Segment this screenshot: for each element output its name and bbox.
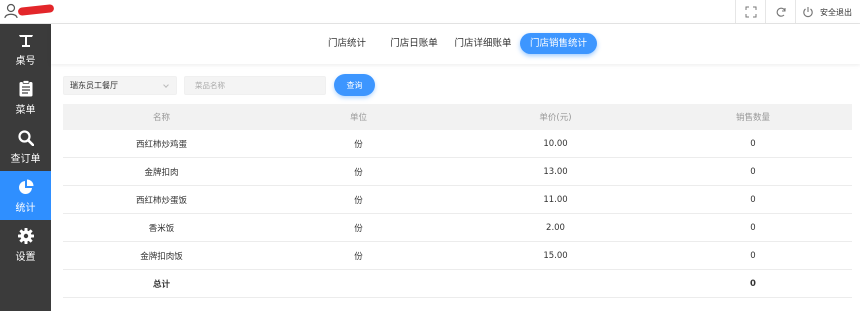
table-row: 金牌扣肉 份 13.00 0 bbox=[63, 158, 852, 186]
sidebar-item-search-orders[interactable]: 查订单 bbox=[0, 122, 51, 171]
total-quantity: 0 bbox=[750, 278, 756, 289]
sidebar-item-statistics[interactable]: 统计 bbox=[0, 171, 51, 220]
table-icon bbox=[18, 31, 34, 49]
cell-unit: 份 bbox=[354, 167, 363, 178]
cell-unit: 份 bbox=[354, 195, 363, 206]
cell-quantity: 0 bbox=[750, 138, 756, 149]
cell-price: 13.00 bbox=[543, 166, 568, 177]
sidebar-item-label: 查订单 bbox=[10, 153, 41, 165]
table-row: 西红柿炒蛋饭 份 11.00 0 bbox=[63, 186, 852, 214]
cell-empty bbox=[457, 270, 654, 297]
fullscreen-icon bbox=[745, 6, 756, 18]
fullscreen-button[interactable] bbox=[735, 0, 765, 24]
sidebar-item-label: 菜单 bbox=[15, 104, 36, 116]
cell-price: 11.00 bbox=[543, 194, 568, 205]
sidebar-item-table-number[interactable]: 桌号 bbox=[0, 24, 51, 73]
user-icon[interactable] bbox=[4, 3, 18, 19]
refresh-icon bbox=[776, 7, 786, 17]
table-total-row: 总计 0 bbox=[63, 270, 852, 298]
cell-name: 西红柿炒鸡蛋 bbox=[135, 139, 187, 150]
refresh-button[interactable] bbox=[765, 0, 795, 24]
cell-unit: 份 bbox=[354, 139, 363, 150]
store-select[interactable]: 瑞东员工餐厅 bbox=[63, 76, 177, 95]
store-select-value: 瑞东员工餐厅 bbox=[70, 81, 118, 90]
top-bar: 安全退出 bbox=[0, 0, 860, 24]
column-header: 名称 bbox=[152, 113, 170, 123]
sidebar: 桌号 菜单 查订单 统计 设置 bbox=[0, 24, 51, 311]
cell-price: 10.00 bbox=[543, 138, 568, 149]
column-header: 单位 bbox=[349, 113, 367, 123]
cell-name: 西红柿炒蛋饭 bbox=[135, 195, 187, 206]
sidebar-item-label: 桌号 bbox=[15, 55, 36, 67]
query-button[interactable]: 查询 bbox=[334, 74, 375, 96]
cell-quantity: 0 bbox=[750, 222, 756, 233]
tab-store-detailed-bill[interactable]: 门店详细账单 bbox=[451, 33, 515, 54]
cell-unit: 份 bbox=[354, 223, 363, 234]
column-header: 单价(元) bbox=[539, 113, 572, 123]
sidebar-item-menu[interactable]: 菜单 bbox=[0, 73, 51, 122]
search-icon bbox=[17, 129, 34, 147]
chevron-down-icon bbox=[163, 82, 169, 88]
column-header: 销售数量 bbox=[735, 113, 770, 123]
top-actions: 安全退出 bbox=[735, 0, 860, 24]
sidebar-item-label: 统计 bbox=[15, 202, 36, 214]
gear-icon bbox=[17, 227, 34, 245]
tab-store-daily-bill[interactable]: 门店日账单 bbox=[381, 33, 447, 54]
dish-name-input[interactable] bbox=[184, 76, 326, 95]
sidebar-item-label: 设置 bbox=[15, 251, 36, 263]
cell-name: 香米饭 bbox=[148, 223, 175, 234]
logout-label: 安全退出 bbox=[820, 7, 852, 17]
cell-quantity: 0 bbox=[750, 166, 756, 177]
clipboard-icon bbox=[19, 80, 33, 98]
pie-chart-icon bbox=[18, 178, 34, 196]
tab-store-sales-statistics[interactable]: 门店销售统计 bbox=[520, 33, 597, 54]
power-icon bbox=[803, 7, 813, 18]
sidebar-item-settings[interactable]: 设置 bbox=[0, 220, 51, 269]
cell-name: 金牌扣肉饭 bbox=[140, 251, 183, 262]
cell-quantity: 0 bbox=[750, 194, 756, 205]
logout-button[interactable]: 安全退出 bbox=[795, 0, 860, 24]
redacted-username bbox=[17, 4, 55, 16]
cell-price: 15.00 bbox=[543, 250, 568, 261]
report-tabs: 门店统计 门店日账单 门店详细账单 门店销售统计 bbox=[51, 24, 860, 64]
total-label: 总计 bbox=[152, 279, 170, 290]
table-row: 金牌扣肉饭 份 15.00 0 bbox=[63, 242, 852, 270]
cell-price: 2.00 bbox=[546, 222, 565, 233]
cell-unit: 份 bbox=[354, 251, 363, 262]
tab-store-statistics[interactable]: 门店统计 bbox=[319, 33, 375, 54]
cell-name: 金牌扣肉 bbox=[144, 167, 179, 178]
table-row: 西红柿炒鸡蛋 份 10.00 0 bbox=[63, 130, 852, 158]
sales-table: 名称 单位 单价(元) 销售数量 西红柿炒鸡蛋 份 10.00 0 金牌扣肉 份… bbox=[63, 104, 852, 298]
table-row: 香米饭 份 2.00 0 bbox=[63, 214, 852, 242]
cell-empty bbox=[260, 270, 457, 297]
cell-quantity: 0 bbox=[750, 250, 756, 261]
table-header: 名称 单位 单价(元) 销售数量 bbox=[63, 104, 852, 130]
